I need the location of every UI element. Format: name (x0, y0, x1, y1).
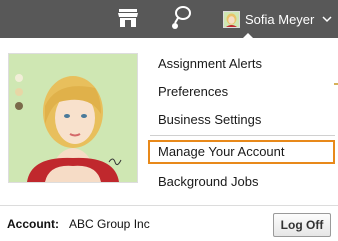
account-label: Account: (7, 217, 59, 231)
account-name: ABC Group Inc (69, 217, 150, 231)
menu-item-background-jobs[interactable]: Background Jobs (150, 168, 335, 196)
store-icon[interactable] (117, 7, 139, 29)
edge-marker (334, 83, 338, 85)
menu-item-manage-your-account[interactable]: Manage Your Account (148, 140, 335, 164)
user-menu-toggle[interactable]: Sofia Meyer (218, 0, 338, 38)
menu-divider (150, 135, 335, 136)
menu-item-business-settings[interactable]: Business Settings (150, 106, 335, 134)
user-name: Sofia Meyer (245, 11, 315, 27)
chat-bubble-icon[interactable] (169, 5, 193, 31)
account-menu: Assignment Alerts Preferences Business S… (148, 50, 335, 196)
chevron-down-icon (322, 16, 332, 23)
account-footer: Account: ABC Group Inc Log Off (0, 205, 338, 241)
log-off-button[interactable]: Log Off (273, 213, 331, 237)
top-navigation-bar: Sofia Meyer (0, 0, 338, 38)
menu-item-assignment-alerts[interactable]: Assignment Alerts (150, 50, 335, 78)
menu-item-preferences[interactable]: Preferences (150, 78, 335, 106)
avatar (223, 10, 240, 28)
profile-photo (8, 53, 138, 183)
